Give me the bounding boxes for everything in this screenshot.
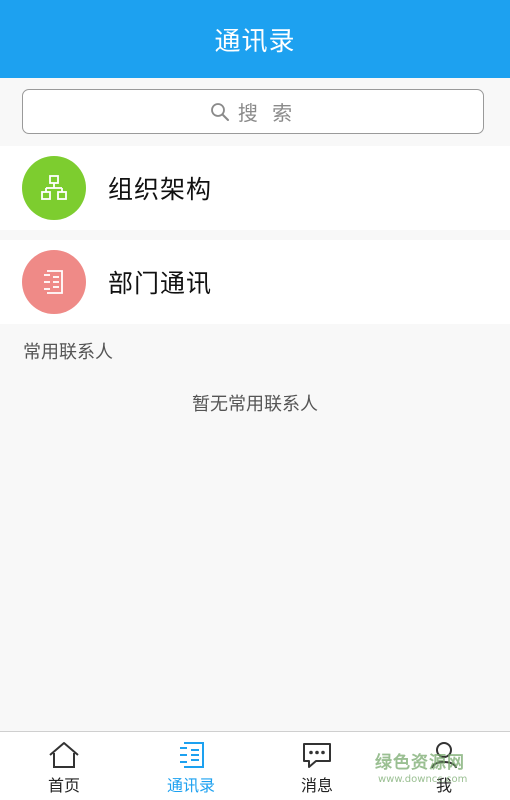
tab-contacts-label: 通讯录 xyxy=(166,776,215,795)
search-placeholder: 搜 索 xyxy=(237,101,297,125)
message-icon xyxy=(303,743,331,768)
org-chart-icon xyxy=(22,156,86,220)
tab-home-label: 首页 xyxy=(47,776,80,795)
tab-home[interactable]: 首页 xyxy=(14,732,114,800)
page-title: 通讯录 xyxy=(214,26,296,57)
watermark-url: www.downcc.com xyxy=(378,774,468,785)
org-structure-item[interactable]: 组织架构 xyxy=(0,146,510,230)
watermark-text: 绿色资源网 xyxy=(375,753,465,773)
search-bar-area: 搜 索 xyxy=(0,78,510,146)
department-contacts-label: 部门通讯 xyxy=(108,269,213,298)
list-icon xyxy=(22,250,86,314)
search-input[interactable]: 搜 索 xyxy=(22,89,484,134)
search-icon xyxy=(210,102,230,122)
department-contacts-item[interactable]: 部门通讯 xyxy=(0,240,510,324)
empty-state-text: 暂无常用联系人 xyxy=(192,394,318,415)
contacts-icon xyxy=(180,742,204,768)
tab-messages-label: 消息 xyxy=(300,776,333,795)
tab-messages[interactable]: 消息 xyxy=(267,732,367,800)
contacts-screen: 通讯录 搜 索 组织架构 部门通讯 常用联系人 暂无常用联系人 首页 通讯录 消… xyxy=(0,0,510,800)
tab-contacts[interactable]: 通讯录 xyxy=(141,732,241,800)
home-icon xyxy=(49,742,79,768)
app-header: 通讯录 xyxy=(0,0,510,78)
org-structure-label: 组织架构 xyxy=(108,175,213,204)
frequent-contacts-heading: 常用联系人 xyxy=(23,342,113,363)
